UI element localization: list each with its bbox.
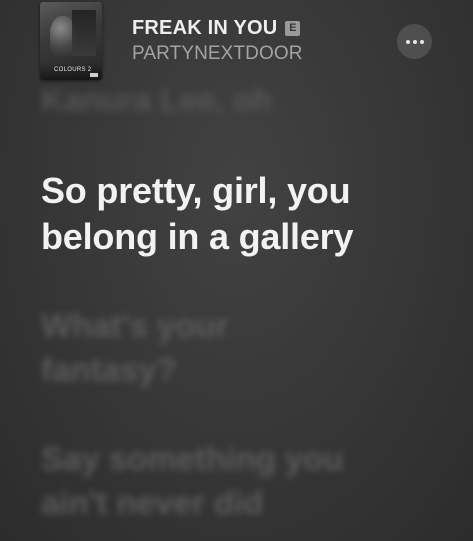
lyric-line-current[interactable]: So pretty, girl, you belong in a gallery xyxy=(41,168,353,260)
lyric-current-line-2: belong in a gallery xyxy=(41,216,354,257)
lyric-next-1-line-2: fantasy? xyxy=(41,351,177,388)
album-art[interactable]: COLOURS 2 xyxy=(40,2,102,80)
artist-name[interactable]: PARTYNEXTDOOR xyxy=(132,43,303,65)
lyric-line-next[interactable]: Say something you ain't never did xyxy=(41,437,344,525)
now-playing-header: COLOURS 2 FREAK IN YOU E PARTYNEXTDOOR xyxy=(0,0,473,88)
explicit-badge: E xyxy=(285,20,301,36)
track-title[interactable]: FREAK IN YOU xyxy=(132,17,277,40)
more-options-button[interactable] xyxy=(397,24,432,59)
lyric-line-previous[interactable]: Kanura Lee, oh xyxy=(41,82,272,119)
lyric-next-2-line-1: Say something you xyxy=(41,440,344,477)
lyric-next-2-line-2: ain't never did xyxy=(41,484,264,521)
lyric-next-1-line-1: What's your xyxy=(41,307,229,344)
album-cover-text: COLOURS 2 xyxy=(54,67,92,73)
parental-advisory-label xyxy=(90,73,98,77)
track-title-row: FREAK IN YOU E xyxy=(132,15,301,41)
lyric-current-line-1: So pretty, girl, you xyxy=(41,170,351,211)
album-art-shadow xyxy=(72,10,96,56)
ellipsis-icon xyxy=(405,39,424,44)
lyric-line-next[interactable]: What's your fantasy? xyxy=(41,304,229,392)
